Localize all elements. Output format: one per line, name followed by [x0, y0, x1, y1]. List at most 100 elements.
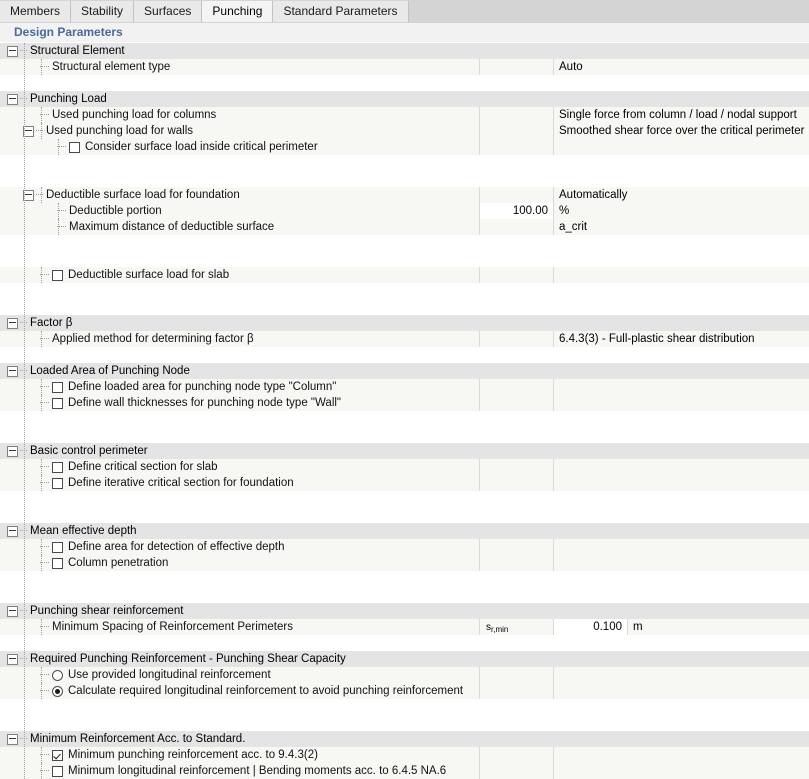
group-row-basic-control-perimeter[interactable]: Basic control perimeter — [0, 443, 809, 459]
row-name-cell: Calculate required longitudinal reinforc… — [0, 683, 479, 699]
checkbox-define-loaded-area-column[interactable] — [52, 381, 63, 393]
group-label: Minimum Reinforcement Acc. to Standard. — [30, 733, 246, 745]
collapse-icon[interactable] — [7, 653, 18, 665]
row-value-cell[interactable] — [553, 763, 809, 779]
group-row-punching-shear-reinforcement[interactable]: Punching shear reinforcement — [0, 603, 809, 619]
tab-bar: Members Stability Surfaces Punching Stan… — [0, 0, 809, 23]
row-minimum-longitudinal-reinforcement[interactable]: Minimum longitudinal reinforcement | Ben… — [0, 763, 809, 779]
row-define-critical-section-slab[interactable]: Define critical section for slab — [0, 459, 809, 475]
collapse-icon[interactable] — [23, 189, 34, 201]
collapse-icon[interactable] — [23, 125, 34, 137]
tab-standard-parameters[interactable]: Standard Parameters — [273, 1, 409, 22]
group-row-factor-beta[interactable]: Factor β — [0, 315, 809, 331]
checkbox-column-penetration[interactable] — [52, 557, 63, 569]
group-name-cell: Loaded Area of Punching Node — [0, 363, 809, 379]
row-label: Calculate required longitudinal reinforc… — [68, 685, 464, 697]
row-consider-surface-load[interactable]: Consider surface load inside critical pe… — [0, 139, 809, 155]
input-minimum-spacing[interactable]: 0.100 — [553, 619, 627, 635]
collapse-icon[interactable] — [7, 365, 18, 377]
row-structural-element-type[interactable]: Structural element type Auto — [0, 59, 809, 75]
row-value-cell[interactable]: Smoothed shear force over the critical p… — [553, 123, 809, 139]
row-maximum-distance[interactable]: Maximum distance of deductible surface a… — [0, 219, 809, 235]
row-value-cell[interactable]: a_crit — [553, 219, 809, 235]
radio-calculate-required-longitudinal[interactable] — [52, 685, 63, 697]
group-row-punching-load[interactable]: Punching Load — [0, 91, 809, 107]
tree-branch-line — [41, 763, 42, 779]
row-define-area-effective-depth[interactable]: Define area for detection of effective d… — [0, 539, 809, 555]
spacer-cell — [0, 155, 479, 171]
row-label: Deductible surface load for slab — [68, 269, 230, 281]
row-value-cell[interactable] — [553, 395, 809, 411]
row-deductible-surface-foundation[interactable]: Deductible surface load for foundation A… — [0, 187, 809, 203]
row-name-cell: Applied method for determining factor β — [0, 331, 479, 347]
checkbox-deductible-surface-slab[interactable] — [52, 269, 63, 281]
checkbox-define-wall-thicknesses[interactable] — [52, 397, 63, 409]
row-value-cell[interactable]: 6.4.3(3) - Full-plastic shear distributi… — [553, 331, 809, 347]
collapse-icon[interactable] — [7, 45, 18, 57]
row-symbol-cell — [479, 187, 553, 203]
collapse-icon[interactable] — [7, 445, 18, 457]
tree-branch-line — [41, 267, 42, 283]
row-value-cell[interactable] — [553, 379, 809, 395]
row-value-cell[interactable] — [553, 667, 809, 683]
input-deductible-portion[interactable]: 100.00 — [479, 203, 553, 219]
row-value-cell[interactable] — [553, 555, 809, 571]
row-value-cell[interactable] — [553, 539, 809, 555]
checkbox-define-iterative-critical-section[interactable] — [52, 477, 63, 489]
row-used-punching-load-walls[interactable]: Used punching load for walls Smoothed sh… — [0, 123, 809, 139]
row-value-cell[interactable] — [553, 747, 809, 763]
collapse-icon[interactable] — [7, 93, 18, 105]
tree-branch-line — [41, 555, 42, 571]
group-row-required-punching-reinforcement[interactable]: Required Punching Reinforcement - Punchi… — [0, 651, 809, 667]
row-define-iterative-critical-section[interactable]: Define iterative critical section for fo… — [0, 475, 809, 491]
group-row-mean-effective-depth[interactable]: Mean effective depth — [0, 523, 809, 539]
row-value-cell[interactable] — [553, 683, 809, 699]
tree-connector-icon — [20, 530, 27, 532]
tab-surfaces[interactable]: Surfaces — [134, 1, 203, 22]
row-calculate-required-longitudinal[interactable]: Calculate required longitudinal reinforc… — [0, 683, 809, 699]
row-deductible-surface-slab[interactable]: Deductible surface load for slab — [0, 267, 809, 283]
row-name-cell: Column penetration — [0, 555, 479, 571]
row-define-wall-thicknesses[interactable]: Define wall thicknesses for punching nod… — [0, 395, 809, 411]
row-value-cell[interactable] — [553, 459, 809, 475]
checkbox-minimum-punching-reinforcement[interactable] — [52, 749, 63, 761]
checkbox-minimum-longitudinal-reinforcement[interactable] — [52, 765, 63, 777]
row-column-penetration[interactable]: Column penetration — [0, 555, 809, 571]
row-value-cell[interactable] — [553, 139, 809, 155]
row-minimum-spacing[interactable]: Minimum Spacing of Reinforcement Perimet… — [0, 619, 809, 635]
row-label: Applied method for determining factor β — [52, 333, 254, 345]
collapse-icon[interactable] — [7, 733, 18, 745]
group-row-loaded-area[interactable]: Loaded Area of Punching Node — [0, 363, 809, 379]
row-name-cell: Define critical section for slab — [0, 459, 479, 475]
group-row-structural-element[interactable]: Structural Element — [0, 43, 809, 59]
row-value-cell[interactable]: Single force from column / load / nodal … — [553, 107, 809, 123]
checkbox-consider-surface-load[interactable] — [69, 141, 80, 153]
checkbox-define-critical-section-slab[interactable] — [52, 461, 63, 473]
tree-connector-icon — [20, 50, 27, 52]
row-minimum-punching-reinforcement[interactable]: Minimum punching reinforcement acc. to 9… — [0, 747, 809, 763]
tab-punching[interactable]: Punching — [202, 1, 274, 22]
row-value-cell[interactable] — [553, 475, 809, 491]
tab-stability[interactable]: Stability — [71, 1, 135, 22]
checkbox-define-area-effective-depth[interactable] — [52, 541, 63, 553]
collapse-icon[interactable] — [7, 605, 18, 617]
group-row-minimum-reinforcement[interactable]: Minimum Reinforcement Acc. to Standard. — [0, 731, 809, 747]
row-symbol-cell — [479, 539, 553, 555]
tab-members[interactable]: Members — [0, 1, 72, 22]
collapse-icon[interactable] — [7, 525, 18, 537]
radio-use-provided-longitudinal[interactable] — [52, 669, 63, 681]
row-applied-method-beta[interactable]: Applied method for determining factor β … — [0, 331, 809, 347]
row-used-punching-load-columns[interactable]: Used punching load for columns Single fo… — [0, 107, 809, 123]
row-define-loaded-area-column[interactable]: Define loaded area for punching node typ… — [0, 379, 809, 395]
row-value-cell[interactable] — [553, 267, 809, 283]
row-value-cell[interactable]: Auto — [553, 59, 809, 75]
row-deductible-portion[interactable]: Deductible portion 100.00 % — [0, 203, 809, 219]
row-value-cell[interactable]: Automatically — [553, 187, 809, 203]
collapse-icon[interactable] — [7, 317, 18, 329]
row-use-provided-longitudinal[interactable]: Use provided longitudinal reinforcement — [0, 667, 809, 683]
group-name-cell: Punching shear reinforcement — [0, 603, 809, 619]
tree-connector-icon — [20, 98, 27, 100]
row-symbol-cell — [479, 667, 553, 683]
spacer-cell — [0, 427, 479, 443]
row-symbol-cell — [479, 555, 553, 571]
